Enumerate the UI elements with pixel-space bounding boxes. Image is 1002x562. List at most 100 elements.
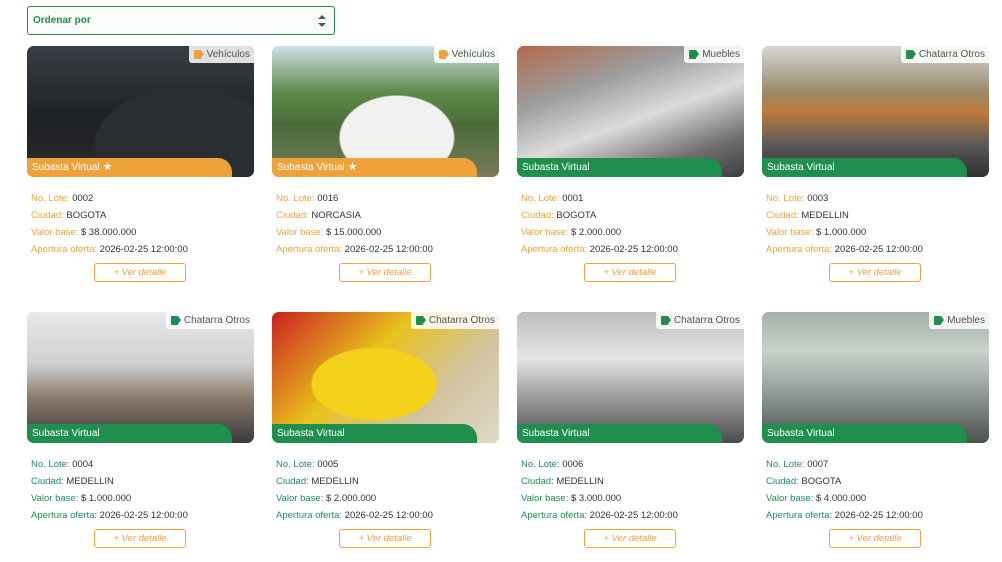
info-ciudad: Ciudad: MEDELLIN — [521, 473, 678, 490]
info-value: 2026-02-25 12:00:00 — [589, 244, 678, 255]
info-value: $ 4.000.000 — [816, 493, 867, 504]
lot-photo[interactable]: Chatarra Otros Subasta Virtual — [762, 46, 989, 177]
info-value: 2026-02-25 12:00:00 — [344, 510, 433, 521]
info-lote: No. Lote: 0007 — [766, 456, 923, 473]
info-label: Valor base: — [31, 493, 81, 504]
auction-type-banner: Subasta Virtual — [517, 424, 722, 443]
auction-type-label: Subasta Virtual — [32, 428, 100, 439]
ver-detalle-button[interactable]: + Ver detalle — [584, 529, 676, 548]
info-ciudad: Ciudad: BOGOTA — [31, 207, 188, 224]
info-value: 2026-02-25 12:00:00 — [589, 510, 678, 521]
info-value: NORCASIA — [311, 210, 362, 221]
ver-detalle-button[interactable]: + Ver detalle — [829, 529, 921, 548]
lot-photo[interactable]: Chatarra Otros Subasta Virtual — [272, 312, 499, 443]
info-valor: Valor base: $ 15.000.000 — [276, 224, 433, 241]
info-label: Valor base: — [766, 493, 816, 504]
lot-info: No. Lote: 0016 Ciudad: NORCASIA Valor base… — [276, 190, 433, 258]
info-label: No. Lote: — [276, 193, 318, 204]
info-value: BOGOTA — [556, 210, 597, 221]
info-lote: No. Lote: 0003 — [766, 190, 923, 207]
info-apertura: Apertura oferta: 2026-02-25 12:00:00 — [31, 507, 188, 524]
info-value: $ 1.000.000 — [81, 493, 132, 504]
info-valor: Valor base: $ 1.000.000 — [31, 490, 188, 507]
info-label: No. Lote: — [31, 193, 73, 204]
sort-arrows-icon — [318, 14, 326, 27]
lot-photo[interactable]: Chatarra Otros Subasta Virtual — [517, 312, 744, 443]
tag-icon — [660, 316, 671, 325]
info-label: Apertura oferta: — [521, 244, 590, 255]
info-ciudad: Ciudad: BOGOTA — [766, 473, 923, 490]
sort-select-label: Ordenar por — [33, 15, 91, 26]
info-value: 0003 — [807, 193, 829, 204]
info-value: 2026-02-25 12:00:00 — [99, 244, 188, 255]
auction-type-label: Subasta Virtual — [277, 428, 345, 439]
info-apertura: Apertura oferta: 2026-02-25 12:00:00 — [276, 507, 433, 524]
info-value: 0004 — [72, 459, 94, 470]
info-label: Valor base: — [276, 227, 326, 238]
lot-photo[interactable]: Muebles Subasta Virtual — [762, 312, 989, 443]
info-value: $ 3.000.000 — [571, 493, 622, 504]
category-tag: Chatarra Otros — [410, 312, 499, 329]
lot-photo[interactable]: Vehículos Subasta Virtual ★ — [272, 46, 499, 177]
ver-detalle-button[interactable]: + Ver detalle — [94, 529, 186, 548]
info-value: MEDELLIN — [556, 476, 604, 487]
info-value: 2026-02-25 12:00:00 — [834, 244, 923, 255]
info-label: No. Lote: — [521, 459, 563, 470]
info-label: Apertura oferta: — [521, 510, 590, 521]
info-value: $ 1.000.000 — [816, 227, 867, 238]
lot-card: Vehículos Subasta Virtual ★ No. Lote: 0016 C… — [272, 46, 499, 291]
info-label: Apertura oferta: — [276, 510, 345, 521]
tag-icon — [934, 316, 945, 325]
category-tag: Muebles — [684, 46, 744, 63]
info-label: Apertura oferta: — [31, 244, 100, 255]
tag-icon — [438, 50, 449, 59]
auction-type-label: Subasta Virtual — [767, 162, 835, 173]
info-label: No. Lote: — [521, 193, 563, 204]
ver-detalle-button[interactable]: + Ver detalle — [339, 529, 431, 548]
info-value: MEDELLIN — [801, 210, 849, 221]
info-label: No. Lote: — [766, 459, 808, 470]
info-apertura: Apertura oferta: 2026-02-25 12:00:00 — [276, 241, 433, 258]
tag-icon — [905, 50, 916, 59]
info-label: Ciudad: — [31, 476, 67, 487]
info-label: Valor base: — [521, 227, 571, 238]
tag-icon — [193, 50, 204, 59]
auction-type-label: Subasta Virtual — [32, 162, 100, 173]
info-valor: Valor base: $ 1.000.000 — [766, 224, 923, 241]
info-ciudad: Ciudad: NORCASIA — [276, 207, 433, 224]
info-label: No. Lote: — [766, 193, 808, 204]
lot-card: Muebles Subasta Virtual No. Lote: 0007 Ciud… — [762, 312, 989, 557]
info-value: $ 38.000.000 — [81, 227, 137, 238]
auction-type-banner: Subasta Virtual ★ — [27, 158, 232, 177]
info-value: 2026-02-25 12:00:00 — [834, 510, 923, 521]
auction-type-banner: Subasta Virtual — [762, 158, 967, 177]
lot-photo[interactable]: Muebles Subasta Virtual — [517, 46, 744, 177]
ver-detalle-button[interactable]: + Ver detalle — [339, 263, 431, 282]
info-value: 0005 — [317, 459, 339, 470]
auction-type-label: Subasta Virtual — [277, 162, 345, 173]
lot-photo[interactable]: Vehículos Subasta Virtual ★ — [27, 46, 254, 177]
info-apertura: Apertura oferta: 2026-02-25 12:00:00 — [766, 241, 923, 258]
lot-info: No. Lote: 0003 Ciudad: MEDELLIN Valor base… — [766, 190, 923, 258]
info-ciudad: Ciudad: MEDELLIN — [766, 207, 923, 224]
info-apertura: Apertura oferta: 2026-02-25 12:00:00 — [521, 241, 678, 258]
lot-photo[interactable]: Chatarra Otros Subasta Virtual — [27, 312, 254, 443]
info-label: Valor base: — [521, 493, 571, 504]
info-label: Ciudad: — [31, 210, 67, 221]
ver-detalle-button[interactable]: + Ver detalle — [829, 263, 921, 282]
info-label: Ciudad: — [766, 476, 802, 487]
lot-info: No. Lote: 0004 Ciudad: MEDELLIN Valor base… — [31, 456, 188, 524]
info-ciudad: Ciudad: BOGOTA — [521, 207, 678, 224]
ver-detalle-button[interactable]: + Ver detalle — [94, 263, 186, 282]
category-tag: Vehículos — [433, 46, 499, 63]
lot-card: Vehículos Subasta Virtual ★ No. Lote: 0002 C… — [27, 46, 254, 291]
category-label: Muebles — [702, 49, 740, 60]
auction-type-banner: Subasta Virtual — [27, 424, 232, 443]
ver-detalle-button[interactable]: + Ver detalle — [584, 263, 676, 282]
lot-info: No. Lote: 0006 Ciudad: MEDELLIN Valor base… — [521, 456, 678, 524]
info-value: BOGOTA — [66, 210, 107, 221]
sort-select[interactable]: Ordenar por — [27, 6, 335, 35]
info-value: 2026-02-25 12:00:00 — [99, 510, 188, 521]
category-label: Chatarra Otros — [918, 49, 985, 60]
lot-info: No. Lote: 0007 Ciudad: BOGOTA Valor base: … — [766, 456, 923, 524]
